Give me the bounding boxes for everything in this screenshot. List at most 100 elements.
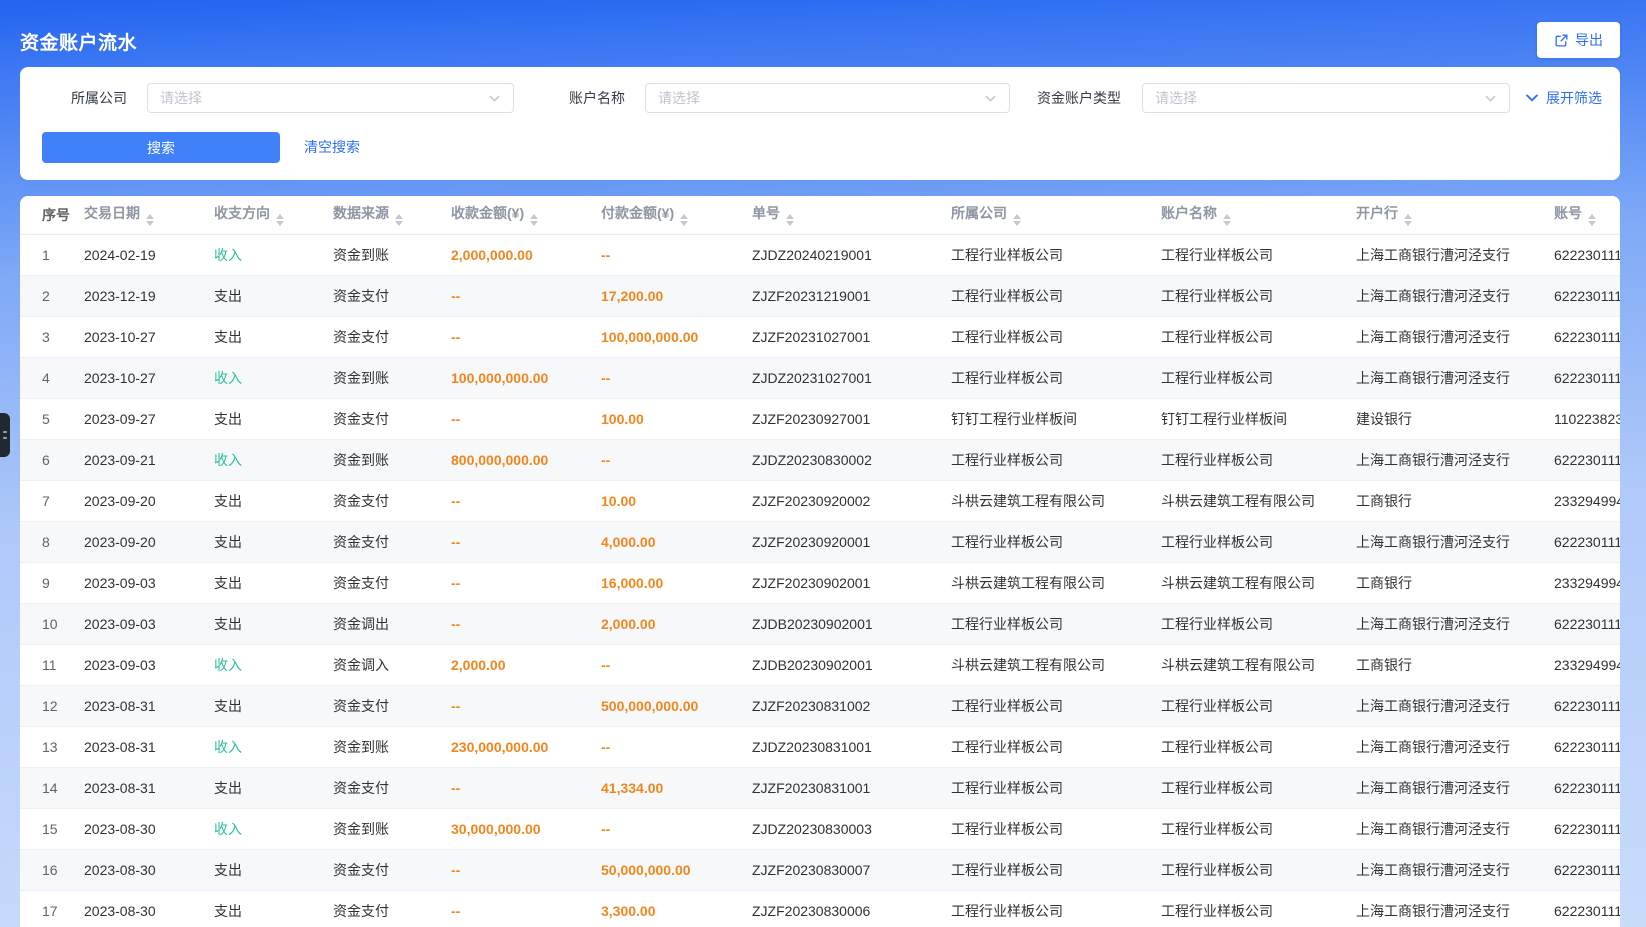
cell-date: 2023-10-27: [84, 357, 214, 398]
column-header-order[interactable]: 单号: [752, 196, 951, 234]
cell-pay: 10.00: [601, 480, 752, 521]
cell-recv: --: [451, 849, 601, 890]
cell-recv: 2,000.00: [451, 644, 601, 685]
cell-seq: 7: [20, 480, 84, 521]
cell-seq: 4: [20, 357, 84, 398]
cell-order: ZJDZ20240219001: [752, 234, 951, 275]
sort-icon[interactable]: [1223, 214, 1231, 226]
sort-icon[interactable]: [395, 214, 403, 226]
export-button-label: 导出: [1575, 30, 1603, 50]
sort-icon[interactable]: [1588, 214, 1596, 226]
column-header-date[interactable]: 交易日期: [84, 196, 214, 234]
clear-search-link[interactable]: 清空搜索: [304, 132, 360, 163]
cell-accno: 6222301111: [1554, 726, 1620, 767]
cell-direction: 支出: [214, 398, 333, 439]
expand-filters-link[interactable]: 展开筛选: [1525, 83, 1602, 113]
company-select-placeholder: 请选择: [160, 88, 202, 108]
account-select[interactable]: 请选择: [645, 83, 1010, 113]
cell-accno: 1102238231: [1554, 398, 1620, 439]
expand-filters-label: 展开筛选: [1546, 88, 1602, 108]
cell-date: 2023-08-30: [84, 808, 214, 849]
cell-account: 工程行业样板公司: [1161, 890, 1356, 927]
cell-pay: --: [601, 234, 752, 275]
column-header-pay[interactable]: 付款金额(¥): [601, 196, 752, 234]
cell-bank: 上海工商银行漕河泾支行: [1356, 357, 1554, 398]
cell-order: ZJZF20230831001: [752, 767, 951, 808]
search-button[interactable]: 搜索: [42, 132, 280, 163]
cell-pay: 3,300.00: [601, 890, 752, 927]
sort-icon[interactable]: [146, 214, 154, 226]
account-select-placeholder: 请选择: [658, 88, 700, 108]
cell-accno: 6222301111: [1554, 603, 1620, 644]
cell-date: 2023-08-31: [84, 685, 214, 726]
cell-company: 工程行业样板公司: [951, 439, 1161, 480]
cell-account: 工程行业样板公司: [1161, 849, 1356, 890]
column-label: 数据来源: [333, 205, 389, 221]
table-row: 82023-09-20支出资金支付--4,000.00ZJZF202309200…: [20, 521, 1620, 562]
cell-company: 工程行业样板公司: [951, 808, 1161, 849]
cell-accno: 6222301111: [1554, 849, 1620, 890]
cell-direction: 支出: [214, 767, 333, 808]
cell-recv: --: [451, 480, 601, 521]
cell-pay: 16,000.00: [601, 562, 752, 603]
sort-icon[interactable]: [276, 214, 284, 226]
sort-icon[interactable]: [680, 214, 688, 226]
cell-date: 2023-08-30: [84, 890, 214, 927]
cell-date: 2023-09-03: [84, 603, 214, 644]
cell-direction: 收入: [214, 726, 333, 767]
cell-seq: 15: [20, 808, 84, 849]
cell-recv: 100,000,000.00: [451, 357, 601, 398]
table-row: 152023-08-30收入资金到账30,000,000.00--ZJDZ202…: [20, 808, 1620, 849]
column-header-accno[interactable]: 账号: [1554, 196, 1620, 234]
cell-source: 资金支付: [333, 849, 451, 890]
cell-seq: 12: [20, 685, 84, 726]
sort-icon[interactable]: [1013, 214, 1021, 226]
cell-date: 2023-09-20: [84, 480, 214, 521]
cell-source: 资金支付: [333, 398, 451, 439]
transactions-table-container: 序号交易日期收支方向数据来源 收款金额(¥)付款金额(¥)单号所属公司账户名称开户…: [20, 196, 1620, 927]
cell-pay: --: [601, 644, 752, 685]
cell-company: 工程行业样板公司: [951, 603, 1161, 644]
column-header-bank[interactable]: 开户行: [1356, 196, 1554, 234]
column-header-direction[interactable]: 收支方向: [214, 196, 333, 234]
cell-account: 工程行业样板公司: [1161, 316, 1356, 357]
column-header-source[interactable]: 数据来源: [333, 196, 451, 234]
column-header-recv[interactable]: 收款金额(¥): [451, 196, 601, 234]
cell-recv: 230,000,000.00: [451, 726, 601, 767]
company-select[interactable]: 请选择: [147, 83, 514, 113]
sort-icon[interactable]: [530, 214, 538, 226]
sort-icon[interactable]: [786, 214, 794, 226]
cell-recv: --: [451, 562, 601, 603]
table-header-row: 序号交易日期收支方向数据来源 收款金额(¥)付款金额(¥)单号所属公司账户名称开户…: [20, 196, 1620, 234]
cell-direction: 支出: [214, 521, 333, 562]
cell-bank: 上海工商银行漕河泾支行: [1356, 849, 1554, 890]
cell-recv: --: [451, 603, 601, 644]
cell-account: 工程行业样板公司: [1161, 726, 1356, 767]
cell-source: 资金调出: [333, 603, 451, 644]
cell-bank: 上海工商银行漕河泾支行: [1356, 275, 1554, 316]
sort-icon[interactable]: [1404, 214, 1412, 226]
column-label: 序号: [42, 207, 70, 223]
cell-seq: 6: [20, 439, 84, 480]
export-button[interactable]: 导出: [1537, 22, 1620, 58]
cell-seq: 14: [20, 767, 84, 808]
cell-account: 工程行业样板公司: [1161, 439, 1356, 480]
cell-order: ZJZF20230830007: [752, 849, 951, 890]
column-header-account[interactable]: 账户名称: [1161, 196, 1356, 234]
table-row: 122023-08-31支出资金支付--500,000,000.00ZJZF20…: [20, 685, 1620, 726]
cell-recv: 2,000,000.00: [451, 234, 601, 275]
cell-accno: 6222301111: [1554, 234, 1620, 275]
cell-seq: 5: [20, 398, 84, 439]
table-row: 12024-02-19收入资金到账2,000,000.00--ZJDZ20240…: [20, 234, 1620, 275]
account-type-filter-label: 资金账户类型: [1021, 83, 1121, 113]
account-type-select[interactable]: 请选择: [1142, 83, 1510, 113]
cell-recv: --: [451, 685, 601, 726]
cell-recv: --: [451, 398, 601, 439]
column-header-company[interactable]: 所属公司: [951, 196, 1161, 234]
cell-source: 资金到账: [333, 234, 451, 275]
table-row: 172023-08-30支出资金支付--3,300.00ZJZF20230830…: [20, 890, 1620, 927]
cell-source: 资金到账: [333, 808, 451, 849]
cell-accno: 2332949941: [1554, 562, 1620, 603]
cell-order: ZJZF20230920002: [752, 480, 951, 521]
side-drawer-handle[interactable]: [0, 413, 10, 457]
